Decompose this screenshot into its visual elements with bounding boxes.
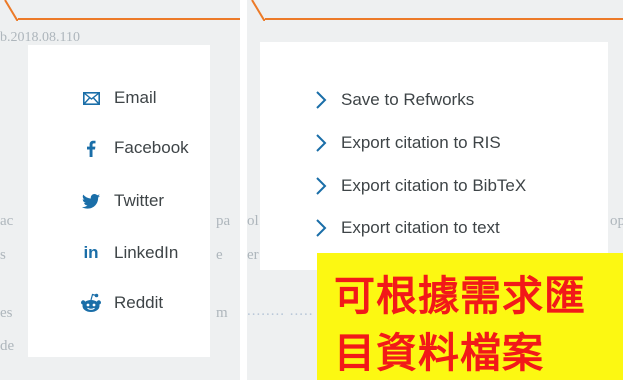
background-text-fragment: es (0, 305, 13, 321)
background-text-fragment: pa (216, 213, 231, 229)
twitter-icon (80, 190, 102, 212)
share-email-item[interactable]: Email (80, 85, 157, 111)
share-item-label: Email (114, 88, 157, 107)
tab-underline (18, 18, 240, 20)
annotation-line-2: 目資料檔案 (334, 329, 544, 377)
chevron-right-icon (315, 217, 329, 239)
chevron-right-icon (315, 175, 329, 197)
share-linkedin-item[interactable]: in LinkedIn (80, 240, 178, 266)
reddit-icon (80, 292, 102, 314)
background-text-fragment: e (216, 247, 223, 263)
share-facebook-item[interactable]: Facebook (80, 135, 189, 161)
export-item-label: Save to Refworks (341, 90, 475, 109)
background-date-text: b.2018.08.110 (0, 30, 80, 45)
export-item-label: Export citation to RIS (341, 133, 501, 152)
background-text-fragment: ol (247, 213, 259, 229)
background-text-fragment: m (216, 305, 228, 321)
export-popup: Save to Refworks Export citation to RIS … (260, 42, 608, 270)
save-to-refworks-item[interactable]: Save to Refworks (315, 87, 474, 113)
background-text-fragment: s (0, 247, 6, 263)
share-reddit-item[interactable]: Reddit (80, 290, 163, 316)
background-link-fragment: ........ ..... (247, 303, 314, 319)
annotation-banner: 可根據需求匯 目資料檔案 (317, 253, 623, 380)
tab-underline (265, 18, 623, 20)
export-item-label: Export citation to text (341, 218, 500, 237)
chevron-right-icon (315, 89, 329, 111)
share-panel: b.2018.08.110 ac s es de pa e m Email Fa… (0, 0, 240, 380)
export-text-item[interactable]: Export citation to text (315, 215, 500, 241)
share-twitter-item[interactable]: Twitter (80, 188, 164, 214)
share-item-label: LinkedIn (114, 243, 179, 262)
background-text-fragment: op (610, 213, 623, 229)
tab-notch (251, 0, 265, 21)
share-item-label: Twitter (114, 191, 165, 210)
share-item-label: Reddit (114, 293, 164, 312)
share-popup: Email Facebook Twitter in LinkedIn Reddi… (28, 45, 210, 357)
export-item-label: Export citation to BibTeX (341, 176, 527, 195)
annotation-line-1: 可根據需求匯 (334, 272, 586, 320)
background-text-fragment: de (0, 338, 15, 354)
linkedin-icon: in (83, 243, 99, 262)
export-ris-item[interactable]: Export citation to RIS (315, 130, 501, 156)
share-item-label: Facebook (114, 138, 189, 157)
background-text-fragment: ac (0, 213, 14, 229)
facebook-icon (80, 137, 102, 159)
envelope-icon (80, 87, 102, 109)
background-text-fragment: er (247, 247, 259, 263)
export-bibtex-item[interactable]: Export citation to BibTeX (315, 173, 526, 199)
chevron-right-icon (315, 132, 329, 154)
tab-notch (4, 0, 18, 21)
